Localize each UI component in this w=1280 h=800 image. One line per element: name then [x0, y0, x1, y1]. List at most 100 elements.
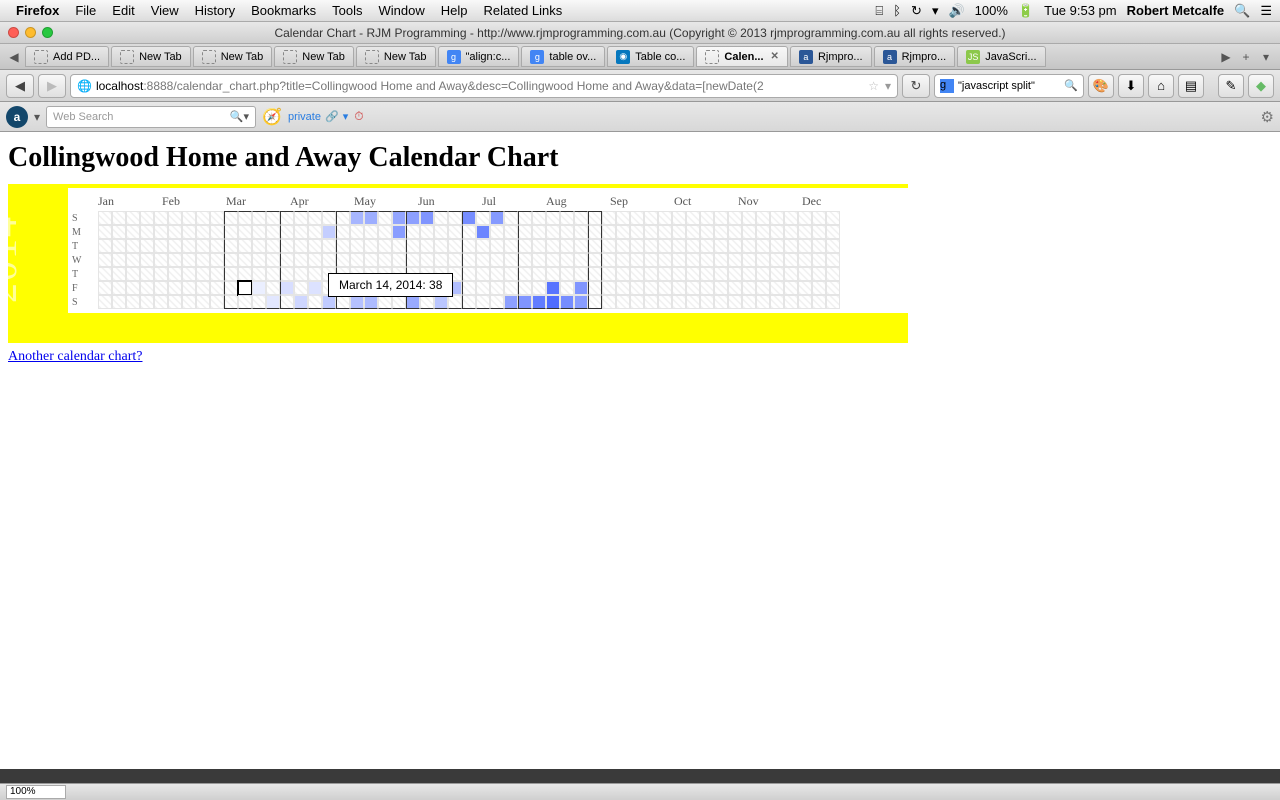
calendar-cell[interactable] — [434, 239, 448, 253]
calendar-cell[interactable] — [154, 281, 168, 295]
calendar-cell[interactable] — [728, 267, 742, 281]
calendar-cell[interactable] — [252, 295, 266, 309]
bluetooth-icon[interactable]: ᛒ — [893, 3, 901, 18]
calendar-cell[interactable] — [588, 225, 602, 239]
calendar-cell[interactable] — [798, 225, 812, 239]
calendar-cell[interactable] — [560, 281, 574, 295]
calendar-cell[interactable] — [378, 239, 392, 253]
calendar-cell[interactable] — [196, 225, 210, 239]
toolbar-btn-4[interactable]: ▤ — [1178, 74, 1204, 98]
calendar-cell[interactable] — [112, 295, 126, 309]
menu-tools[interactable]: Tools — [332, 3, 362, 18]
calendar-cell[interactable] — [126, 267, 140, 281]
calendar-cell[interactable] — [280, 281, 294, 295]
browser-tab[interactable]: New Tab — [274, 46, 354, 67]
calendar-cell[interactable] — [112, 281, 126, 295]
calendar-cell[interactable] — [714, 295, 728, 309]
calendar-cell[interactable] — [532, 211, 546, 225]
calendar-cell[interactable] — [714, 225, 728, 239]
calendar-cell[interactable] — [574, 225, 588, 239]
browser-tab[interactable]: aRjmpro... — [874, 46, 956, 67]
calendar-cell[interactable] — [812, 239, 826, 253]
toolbar-btn-6[interactable]: ◆ — [1248, 74, 1274, 98]
calendar-cell[interactable] — [392, 295, 406, 309]
calendar-cell[interactable] — [742, 225, 756, 239]
calendar-cell[interactable] — [616, 211, 630, 225]
calendar-cell[interactable] — [504, 295, 518, 309]
calendar-cell[interactable] — [378, 295, 392, 309]
calendar-cell[interactable] — [686, 267, 700, 281]
browser-tab[interactable]: Calen...✕ — [696, 46, 788, 67]
calendar-cell[interactable] — [406, 239, 420, 253]
calendar-cell[interactable] — [714, 239, 728, 253]
zoom-level[interactable]: 100% — [6, 785, 66, 799]
calendar-cell[interactable] — [686, 281, 700, 295]
calendar-cell[interactable] — [700, 239, 714, 253]
calendar-cell[interactable] — [518, 225, 532, 239]
calendar-cell[interactable] — [602, 225, 616, 239]
calendar-cell[interactable] — [154, 239, 168, 253]
calendar-cell[interactable] — [308, 267, 322, 281]
calendar-cell[interactable] — [574, 295, 588, 309]
calendar-cell[interactable] — [742, 253, 756, 267]
download-button[interactable]: ⬇ — [1118, 74, 1144, 98]
calendar-cell[interactable] — [294, 211, 308, 225]
tab-scroll-left[interactable]: ◀ — [4, 44, 24, 69]
calendar-cell[interactable] — [224, 295, 238, 309]
calendar-cell[interactable] — [770, 267, 784, 281]
calendar-cell[interactable] — [658, 295, 672, 309]
calendar-cell[interactable] — [126, 253, 140, 267]
calendar-cell[interactable] — [238, 225, 252, 239]
calendar-cell[interactable] — [252, 211, 266, 225]
calendar-cell[interactable] — [280, 295, 294, 309]
calendar-cell[interactable] — [756, 267, 770, 281]
calendar-cell[interactable] — [826, 253, 840, 267]
calendar-cell[interactable] — [280, 211, 294, 225]
user-name[interactable]: Robert Metcalfe — [1127, 3, 1225, 18]
menu-history[interactable]: History — [195, 3, 235, 18]
calendar-cell[interactable] — [98, 253, 112, 267]
browser-tab[interactable]: aRjmpro... — [790, 46, 872, 67]
spotlight-icon[interactable]: 🔍 — [1234, 3, 1250, 19]
calendar-cell[interactable] — [546, 239, 560, 253]
calendar-cell[interactable] — [392, 211, 406, 225]
calendar-cell[interactable] — [308, 295, 322, 309]
calendar-cell[interactable] — [112, 239, 126, 253]
calendar-cell[interactable] — [350, 239, 364, 253]
browser-tab[interactable]: g"align:c... — [438, 46, 520, 67]
calendar-cell[interactable] — [182, 253, 196, 267]
calendar-cell[interactable] — [560, 267, 574, 281]
calendar-cell[interactable] — [378, 225, 392, 239]
calendar-cell[interactable] — [742, 239, 756, 253]
calendar-cell[interactable] — [140, 281, 154, 295]
calendar-cell[interactable] — [406, 211, 420, 225]
menu-view[interactable]: View — [151, 3, 179, 18]
calendar-cell[interactable] — [238, 295, 252, 309]
calendar-cell[interactable] — [140, 267, 154, 281]
calendar-cell[interactable] — [294, 267, 308, 281]
calendar-cell[interactable] — [392, 239, 406, 253]
calendar-cell[interactable] — [448, 225, 462, 239]
calendar-cell[interactable] — [98, 267, 112, 281]
calendar-cell[interactable] — [112, 225, 126, 239]
calendar-cell[interactable] — [490, 239, 504, 253]
forward-button[interactable]: ▶ — [38, 74, 66, 98]
tab-scroll-right[interactable]: ▶ — [1216, 44, 1236, 69]
calendar-cell[interactable] — [350, 211, 364, 225]
calendar-cell[interactable] — [630, 281, 644, 295]
calendar-cell[interactable] — [560, 225, 574, 239]
calendar-cell[interactable] — [476, 225, 490, 239]
calendar-cell[interactable] — [714, 211, 728, 225]
calendar-cell[interactable] — [364, 253, 378, 267]
calendar-cell[interactable] — [364, 295, 378, 309]
calendar-cell[interactable] — [518, 267, 532, 281]
calendar-cell[interactable] — [196, 239, 210, 253]
calendar-cell[interactable] — [252, 253, 266, 267]
calendar-cell[interactable] — [168, 211, 182, 225]
calendar-cell[interactable] — [798, 295, 812, 309]
calendar-cell[interactable] — [294, 253, 308, 267]
calendar-cell[interactable] — [798, 211, 812, 225]
calendar-cell[interactable] — [658, 225, 672, 239]
new-tab-button[interactable]: + — [1236, 44, 1256, 69]
calendar-cell[interactable] — [588, 295, 602, 309]
